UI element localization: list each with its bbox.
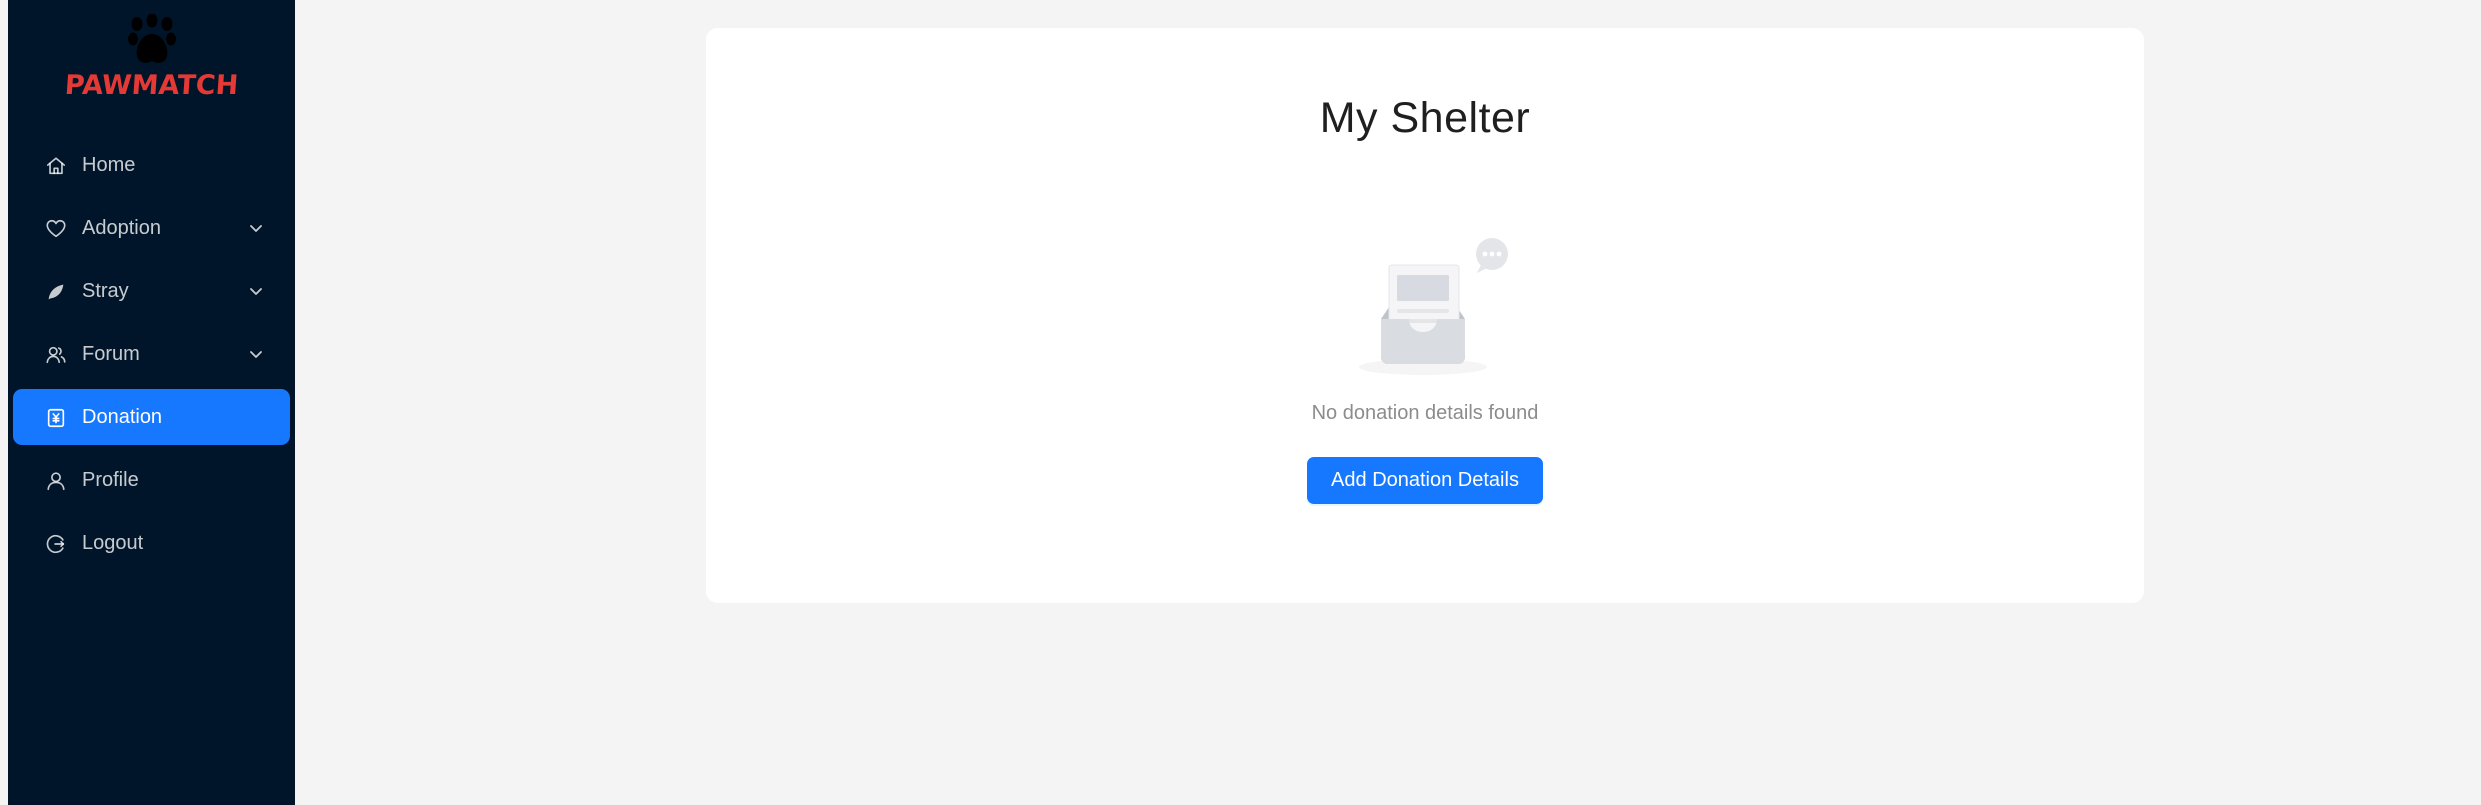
sidebar-item-label: Home (82, 154, 136, 176)
sidebar-item-label: Forum (82, 343, 140, 365)
sidebar-item-stray[interactable]: Stray (13, 263, 290, 319)
sidebar-item-home[interactable]: Home (13, 137, 290, 193)
sidebar-item-label: Profile (82, 469, 139, 491)
shelter-card: My Shelter No donation details found Add… (706, 28, 2144, 603)
home-icon (46, 157, 66, 175)
app-root: PAWMATCH Home Adoption Stray Forum Donat… (0, 0, 2481, 805)
chevron-down-icon[interactable] (248, 220, 264, 236)
sidebar-menu: Home Adoption Stray Forum Donation Profi… (8, 137, 295, 578)
chevron-down-icon[interactable] (248, 346, 264, 362)
paw-icon (128, 14, 176, 63)
chevron-down-icon[interactable] (248, 283, 264, 299)
empty-inbox-icon (1359, 238, 1508, 375)
donation-icon (47, 408, 65, 428)
sidebar-item-label: Donation (82, 406, 163, 428)
sidebar-item-donation[interactable]: Donation (13, 389, 290, 445)
heart-icon (46, 219, 66, 238)
sidebar-item-logout[interactable]: Logout (13, 515, 290, 571)
empty-state-text: No donation details found (1311, 402, 1539, 424)
leaf-icon (48, 284, 64, 300)
sidebar-item-label: Stray (82, 280, 129, 302)
sidebar-item-profile[interactable]: Profile (13, 452, 290, 508)
logout-icon (46, 534, 65, 554)
sidebar: PAWMATCH Home Adoption Stray Forum Donat… (8, 0, 295, 805)
brand-name: PAWMATCH (63, 70, 240, 101)
user-icon (47, 472, 65, 491)
users-icon (46, 346, 66, 364)
sidebar-item-forum[interactable]: Forum (13, 326, 290, 382)
add-donation-details-button[interactable]: Add Donation Details (1307, 457, 1543, 504)
sidebar-item-label: Logout (82, 532, 144, 554)
sidebar-item-label: Adoption (82, 217, 161, 239)
window-edge (0, 0, 8, 805)
brand-logo[interactable]: PAWMATCH (8, 8, 295, 108)
sidebar-item-adoption[interactable]: Adoption (13, 200, 290, 256)
page-title: My Shelter (1319, 94, 1531, 142)
